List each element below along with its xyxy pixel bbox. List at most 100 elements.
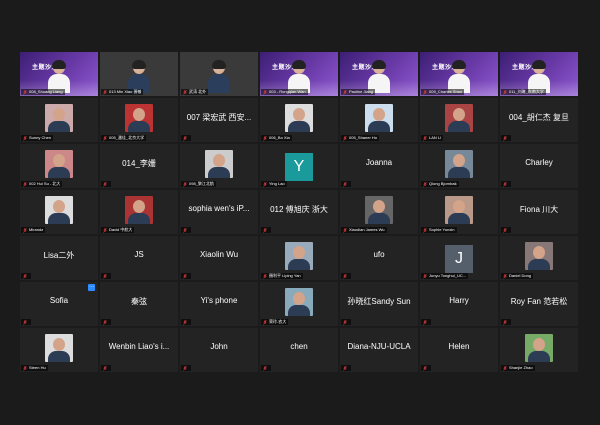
participant-name-label: David 中航大	[101, 227, 135, 233]
participant-name-label	[101, 181, 111, 187]
participant-name-label: Sunny Chen	[21, 135, 54, 141]
mic-muted-icon	[423, 227, 427, 233]
participant-tile[interactable]: Sofia ···	[20, 282, 98, 326]
mic-muted-icon	[23, 319, 27, 325]
participant-tile[interactable]: Y Ying Lao	[260, 144, 338, 188]
mic-muted-icon	[183, 365, 187, 371]
participant-name-label: Ying Lao	[261, 181, 287, 187]
participant-name-label: Shanjie Zhao	[501, 365, 535, 371]
participant-tile[interactable]: Fiona 川大	[500, 190, 578, 234]
mic-muted-icon	[263, 227, 267, 233]
participant-name-label	[421, 319, 431, 325]
participant-tile[interactable]: 005_Shaner Ho	[340, 98, 418, 142]
participant-display-name: John	[210, 342, 228, 351]
mic-muted-icon	[263, 135, 267, 141]
participant-tile[interactable]: 秦弦	[100, 282, 178, 326]
participant-display-name: 004_胡仁杰 复旦	[508, 113, 570, 122]
participant-name: Daniel Dong	[509, 273, 532, 278]
participant-tile[interactable]: Shanjie Zhao	[500, 328, 578, 372]
participant-tile[interactable]: Sophie Yunxin	[420, 190, 498, 234]
participant-display-name: Sofia	[49, 296, 69, 305]
mic-muted-icon	[503, 365, 507, 371]
participant-tile[interactable]: 主题沙龙 009_Charles Shao	[420, 52, 498, 96]
participant-video	[208, 60, 230, 93]
participant-tile[interactable]: 098_黎江北航	[180, 144, 258, 188]
participant-name-label	[421, 365, 431, 371]
participant-name-label	[341, 319, 351, 325]
participant-tile[interactable]: 012 傅旭庆 浙大	[260, 190, 338, 234]
participant-tile[interactable]: 主题沙龙 003 - Rongqian Wan	[260, 52, 338, 96]
participant-tile[interactable]: sophia wen's iP...	[180, 190, 258, 234]
participant-tile[interactable]: 013 Min Xiao 萧敏	[100, 52, 178, 96]
participant-tile[interactable]: John	[180, 328, 258, 372]
participant-tile[interactable]: Xiaodian James Wu	[340, 190, 418, 234]
participant-display-name: Xiaolin Wu	[199, 250, 239, 259]
participant-tile[interactable]: 顏利平 Liping Yan	[260, 236, 338, 280]
mic-muted-icon	[183, 319, 187, 325]
participant-display-name: Yi's phone	[200, 296, 238, 305]
mic-muted-icon	[103, 365, 107, 371]
participant-tile[interactable]: LAN LI	[420, 98, 498, 142]
mic-muted-icon	[423, 135, 427, 141]
participant-display-name: Charley	[525, 158, 553, 167]
participant-tile[interactable]: 014_李姗	[100, 144, 178, 188]
participant-name-label	[101, 365, 111, 371]
participant-display-name: Diana-NJU-UCLA	[347, 342, 411, 351]
participant-tile[interactable]: Steen Hu	[20, 328, 98, 372]
participant-tile[interactable]: 主题沙龙 011_刘琳_东南大学	[500, 52, 578, 96]
participant-tile[interactable]: Daniel Dong	[500, 236, 578, 280]
participant-name: Ying Lao	[269, 181, 285, 186]
participant-name: 098_黎江北航	[189, 181, 214, 186]
participant-name: Shanjie Zhao	[509, 365, 533, 370]
participant-tile[interactable]: Qiong Bjornbak	[420, 144, 498, 188]
participant-name: 武涛 北外	[189, 89, 207, 94]
participant-tile[interactable]: Miranda	[20, 190, 98, 234]
participant-name-label: 013 Min Xiao 萧敏	[101, 89, 144, 95]
participant-tile[interactable]: 004_胡仁杰 复旦	[500, 98, 578, 142]
mic-muted-icon	[103, 89, 107, 95]
participant-tile[interactable]: Joanna	[340, 144, 418, 188]
mic-muted-icon	[23, 227, 27, 233]
participant-tile[interactable]: David 中航大	[100, 190, 178, 234]
participant-name-label	[501, 227, 511, 233]
participant-tile[interactable]: Diana-NJU-UCLA	[340, 328, 418, 372]
mic-muted-icon	[23, 181, 27, 187]
participant-tile[interactable]: 孙晓红Sandy Sun	[340, 282, 418, 326]
participant-tile[interactable]: Xiaolin Wu	[180, 236, 258, 280]
participant-tile[interactable]: 主题沙龙 008_Shuang Liang	[20, 52, 98, 96]
participant-name-label: Daniel Dong	[501, 273, 534, 279]
participant-tile[interactable]: J Junyu Tonghui_UC...	[420, 236, 498, 280]
participant-name-label: 011_刘琳_东南大学	[501, 89, 546, 95]
participant-tile[interactable]: Sunny Chen	[20, 98, 98, 142]
participant-tile[interactable]: ufo	[340, 236, 418, 280]
profile-photo	[45, 104, 73, 132]
participant-name-label: 008_Shuang Liang	[21, 89, 65, 95]
participant-tile[interactable]: Roy Fan 范若松	[500, 282, 578, 326]
participant-name-label	[501, 181, 511, 187]
participant-tile[interactable]: Lisa二外	[20, 236, 98, 280]
participant-tile[interactable]: 006_Bo Xia	[260, 98, 338, 142]
participant-name-label	[501, 135, 511, 141]
mic-muted-icon	[423, 319, 427, 325]
participant-tile[interactable]: Yi's phone	[180, 282, 258, 326]
participant-tile[interactable]: 007 梁宏武 西安...	[180, 98, 258, 142]
participant-tile[interactable]: 005_潘佳_北京大学	[100, 98, 178, 142]
mic-muted-icon	[343, 273, 347, 279]
participant-tile[interactable]: 主题沙龙 Pauline Jiang	[340, 52, 418, 96]
participant-name-label	[181, 273, 191, 279]
participant-tile[interactable]: JS	[100, 236, 178, 280]
participant-tile[interactable]: Harry	[420, 282, 498, 326]
participant-tile[interactable]: chen	[260, 328, 338, 372]
participant-tile[interactable]: Helen	[420, 328, 498, 372]
participant-name-label: Pauline Jiang	[341, 89, 376, 95]
participant-tile[interactable]: 武涛 北外	[180, 52, 258, 96]
participant-display-name: Wenbin Liao's i...	[108, 342, 170, 351]
participant-tile[interactable]: Wenbin Liao's i...	[100, 328, 178, 372]
mic-muted-icon	[343, 319, 347, 325]
participant-tile[interactable]: Charley	[500, 144, 578, 188]
participant-tile[interactable]: 002 Hui Su - 北大	[20, 144, 98, 188]
participant-name-label: 005_潘佳_北京大学	[101, 135, 147, 141]
mic-muted-icon	[503, 227, 507, 233]
participant-display-name: sophia wen's iP...	[188, 204, 250, 213]
participant-tile[interactable]: 荣玲-农大	[260, 282, 338, 326]
